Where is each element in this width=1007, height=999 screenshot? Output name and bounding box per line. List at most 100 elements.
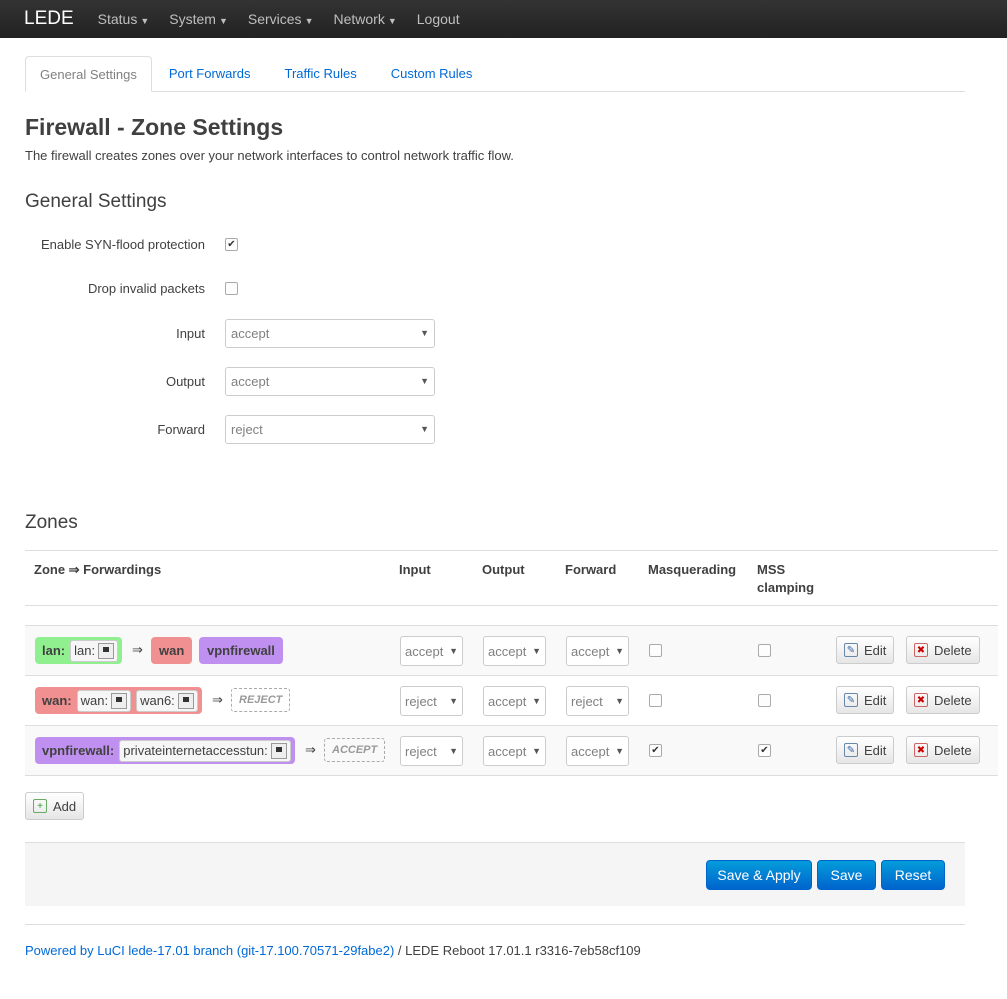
interface-badge: privateinternetaccesstun: xyxy=(119,739,291,762)
nav-status[interactable]: Status ▼ xyxy=(98,11,150,27)
caret-down-icon: ▼ xyxy=(140,16,150,26)
chevron-down-icon: ▼ xyxy=(532,696,541,706)
edit-icon: ✎ xyxy=(844,693,858,707)
interface-badge: lan: xyxy=(70,639,119,662)
caret-down-icon: ▼ xyxy=(304,16,314,26)
zone-forward-select[interactable]: reject ▼ xyxy=(566,686,629,716)
tab-bar: General Settings Port Forwards Traffic R… xyxy=(25,56,965,92)
default-policy-badge: REJECT xyxy=(231,688,291,712)
delete-button[interactable]: ✖ Delete xyxy=(906,686,980,714)
zone-forward-select[interactable]: accept ▼ xyxy=(566,736,629,766)
page-title: Firewall - Zone Settings xyxy=(25,114,284,140)
interface-badge: wan: xyxy=(76,689,132,712)
syn-flood-checkbox[interactable]: ✔ xyxy=(225,237,238,251)
masquerading-checkbox[interactable] xyxy=(649,694,662,707)
chevron-down-icon: ▼ xyxy=(420,376,429,386)
zone-forward-select[interactable]: accept ▼ xyxy=(566,636,629,666)
input-label: Input xyxy=(176,325,205,341)
interface-badge: wan6: xyxy=(136,689,198,712)
zone-input-select[interactable]: reject ▼ xyxy=(400,686,463,716)
network-icon xyxy=(111,692,128,709)
nav-logout[interactable]: Logout xyxy=(417,11,460,27)
delete-icon: ✖ xyxy=(914,693,928,707)
zone-output-select[interactable]: accept ▼ xyxy=(483,686,546,716)
forward-label: Forward xyxy=(157,421,205,437)
chevron-down-icon: ▼ xyxy=(420,328,429,338)
add-zone-button[interactable]: + Add xyxy=(25,792,85,820)
mss-clamping-checkbox[interactable] xyxy=(758,644,771,657)
tab-traffic-rules[interactable]: Traffic Rules xyxy=(267,56,373,92)
network-icon xyxy=(98,642,115,659)
footer-version: / LEDE Reboot 17.01.1 r3316-7eb58cf109 xyxy=(394,943,641,958)
tab-port-forwards[interactable]: Port Forwards xyxy=(152,56,268,92)
col-mss-clamping: MSS clamping xyxy=(757,562,815,595)
forward-arrow: ⇒ xyxy=(132,642,143,657)
forward-zone-badge: vpnfirewall xyxy=(199,637,283,664)
luci-link[interactable]: Powered by LuCI lede-17.01 branch (git-1… xyxy=(25,943,394,958)
zone-output-select[interactable]: accept ▼ xyxy=(483,736,546,766)
zone-badge: vpnfirewall: privateinternetaccesstun: xyxy=(35,737,295,764)
drop-invalid-label: Drop invalid packets xyxy=(87,280,205,296)
table-row: lan: lan: accept ▼ accept ▼ accept ▼ ✎ Edit ✖ Del… xyxy=(25,626,998,676)
save-button[interactable]: Save xyxy=(817,860,876,890)
edit-button[interactable]: ✎ Edit xyxy=(836,686,895,714)
drop-invalid-checkbox[interactable] xyxy=(225,281,238,295)
top-nav: LEDE Status ▼ System ▼ Services ▼ Network ▼ … xyxy=(0,0,1007,38)
edit-button[interactable]: ✎ Edit xyxy=(836,736,895,764)
masquerading-checkbox[interactable] xyxy=(649,644,662,657)
output-select[interactable]: accept ▼ xyxy=(225,366,435,396)
chevron-down-icon: ▼ xyxy=(449,646,458,656)
page-description: The firewall creates zones over your net… xyxy=(25,148,514,163)
nav-network[interactable]: Network ▼ xyxy=(333,11,396,27)
forward-zone-badge: wan xyxy=(151,637,193,664)
brand-logo[interactable]: LEDE xyxy=(24,8,74,30)
tab-custom-rules[interactable]: Custom Rules xyxy=(374,56,490,92)
col-zone: Zone ⇒ Forwardings xyxy=(34,562,162,577)
forward-select[interactable]: reject ▼ xyxy=(225,414,435,444)
general-settings-heading: General Settings xyxy=(25,191,167,212)
add-icon: + xyxy=(33,799,47,813)
table-header: Zone ⇒ Forwardings Input Output Forward … xyxy=(25,550,998,606)
edit-icon: ✎ xyxy=(844,643,858,657)
delete-button[interactable]: ✖ Delete xyxy=(906,636,980,664)
default-policy-badge: ACCEPT xyxy=(324,738,386,762)
masquerading-checkbox[interactable]: ✔ xyxy=(649,744,662,757)
footer: Powered by LuCI lede-17.01 branch (git-1… xyxy=(25,924,965,958)
output-label: Output xyxy=(165,373,205,389)
reset-button[interactable]: Reset xyxy=(881,860,945,890)
mss-clamping-checkbox[interactable]: ✔ xyxy=(758,744,771,757)
table-row: wan: wan: wan6: reject ▼ accept ▼ reject ▼ ✎ Edit… xyxy=(25,676,998,726)
input-select[interactable]: accept ▼ xyxy=(225,318,435,348)
mss-clamping-checkbox[interactable] xyxy=(758,694,771,707)
chevron-down-icon: ▼ xyxy=(615,696,624,706)
delete-button[interactable]: ✖ Delete xyxy=(906,736,980,764)
zone-badge: lan: lan: xyxy=(35,637,123,664)
zones-heading: Zones xyxy=(25,512,78,533)
chevron-down-icon: ▼ xyxy=(532,646,541,656)
chevron-down-icon: ▼ xyxy=(615,746,624,756)
chevron-down-icon: ▼ xyxy=(449,746,458,756)
chevron-down-icon: ▼ xyxy=(449,696,458,706)
save-apply-button[interactable]: Save & Apply xyxy=(706,860,812,890)
col-masquerading: Masquerading xyxy=(648,562,737,577)
zone-output-select[interactable]: accept ▼ xyxy=(483,636,546,666)
zones-table: Zone ⇒ Forwardings Input Output Forward … xyxy=(25,550,998,776)
forward-arrow: ⇒ xyxy=(212,692,223,707)
nav-services[interactable]: Services ▼ xyxy=(248,11,314,27)
nav-system[interactable]: System ▼ xyxy=(169,11,228,27)
zone-input-select[interactable]: accept ▼ xyxy=(400,636,463,666)
edit-button[interactable]: ✎ Edit xyxy=(836,636,895,664)
col-forward: Forward xyxy=(565,562,617,577)
delete-icon: ✖ xyxy=(914,743,928,757)
chevron-down-icon: ▼ xyxy=(532,746,541,756)
table-row: vpnfirewall: privateinternetaccesstun: rej… xyxy=(25,726,998,776)
network-icon xyxy=(177,692,194,709)
chevron-down-icon: ▼ xyxy=(420,424,429,434)
caret-down-icon: ▼ xyxy=(387,16,397,26)
tab-general-settings[interactable]: General Settings xyxy=(25,56,152,92)
chevron-down-icon: ▼ xyxy=(615,646,624,656)
zone-input-select[interactable]: reject ▼ xyxy=(400,736,463,766)
delete-icon: ✖ xyxy=(914,643,928,657)
network-icon xyxy=(270,742,287,759)
action-bar: Save & Apply Save Reset xyxy=(25,842,965,906)
